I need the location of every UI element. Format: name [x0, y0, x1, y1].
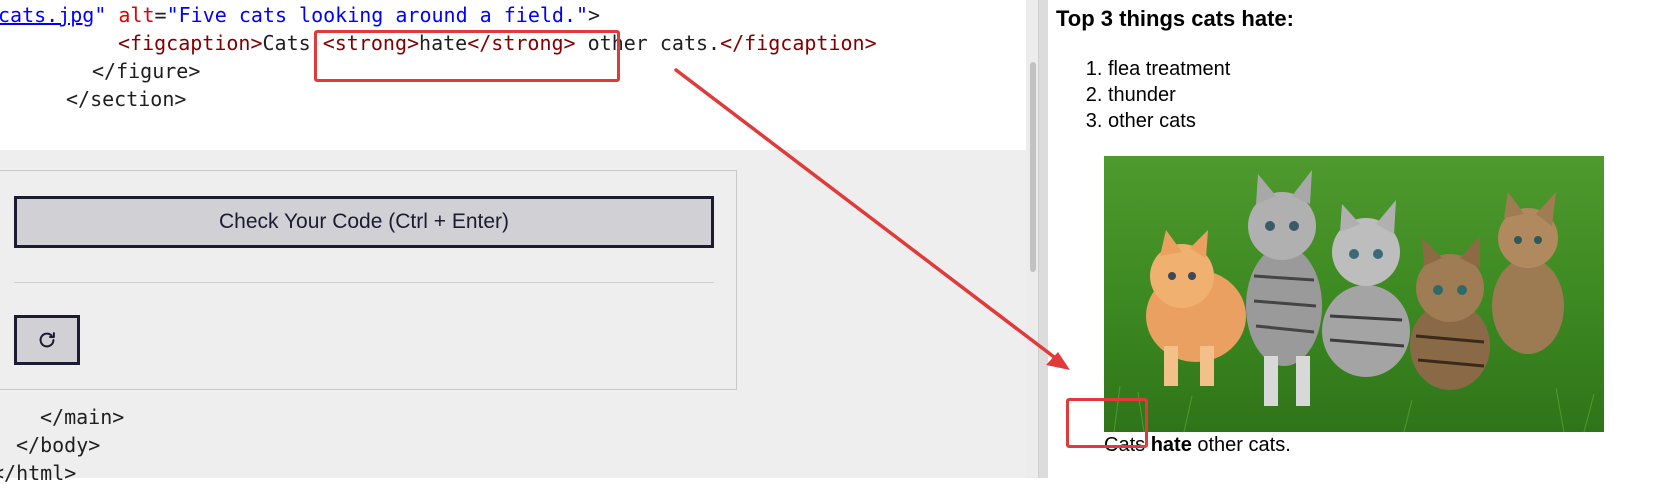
- preview-list: flea treatment thunder other cats: [1082, 56, 1230, 134]
- panel-divider: [14, 282, 714, 283]
- code-line-body-close: </body>: [16, 433, 101, 457]
- list-item: other cats: [1108, 108, 1230, 134]
- reset-icon: [39, 332, 55, 348]
- annotation-box-code: [314, 30, 620, 82]
- preview-heading: Top 3 things cats hate:: [1056, 6, 1294, 31]
- code-line-img: cats.jpg" alt="Five cats looking around …: [0, 3, 601, 27]
- code-line-figure-close: </figure>: [92, 59, 201, 83]
- check-code-button[interactable]: Check Your Code (Ctrl + Enter): [14, 196, 714, 248]
- code-line-html-close: </html>: [0, 461, 77, 485]
- editor-scroll-thumb[interactable]: [1030, 62, 1036, 272]
- code-line-main-close: </main>: [40, 405, 125, 429]
- annotation-box-preview: [1066, 398, 1148, 448]
- list-item: flea treatment: [1108, 56, 1230, 82]
- list-item: thunder: [1108, 82, 1230, 108]
- cats-image: [1104, 156, 1604, 432]
- reset-button[interactable]: [14, 315, 80, 365]
- code-line-section-close: </section>: [66, 87, 187, 111]
